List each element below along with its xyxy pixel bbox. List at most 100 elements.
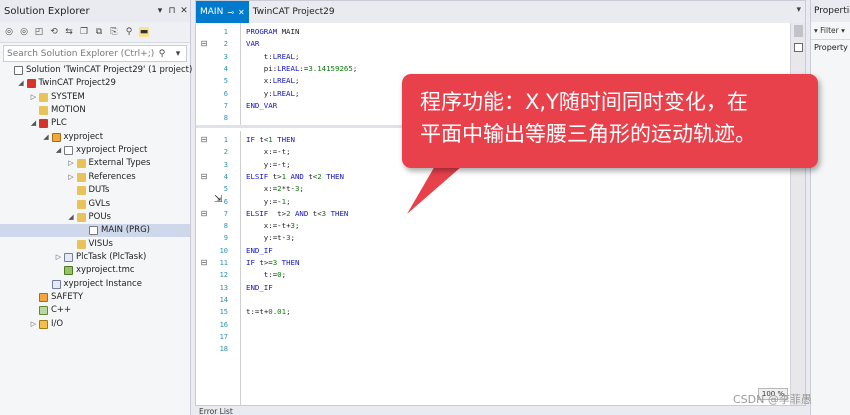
code-token: y: [246, 233, 269, 243]
expand-arrow-icon[interactable]: ▷: [54, 251, 63, 264]
tree-item-label: PlcTask (PlcTask): [76, 251, 147, 262]
callout-line-1: 程序功能：X,Y随时间同时变化，在: [420, 90, 748, 114]
tree-item[interactable]: ▷ I/O: [0, 318, 190, 331]
properties-filter[interactable]: ▾ Filter ▾: [811, 22, 850, 40]
tree-item[interactable]: ▷ External Types: [0, 157, 190, 170]
tree-item[interactable]: GVLs: [0, 198, 190, 211]
tree-item[interactable]: xyproject Instance: [0, 278, 190, 291]
code-token: :=-: [268, 221, 282, 231]
code-line[interactable]: x:LREAL;: [246, 75, 300, 87]
tree-item[interactable]: ▷ SYSTEM: [0, 91, 190, 104]
tree-item[interactable]: MAIN (PRG): [0, 224, 190, 238]
expand-arrow-icon[interactable]: ▷: [29, 318, 38, 331]
code-line[interactable]: t:LREAL;: [246, 51, 300, 63]
tab-main[interactable]: MAIN ⊸ ✕: [196, 1, 249, 23]
tree-item[interactable]: ◢ xyproject: [0, 131, 190, 144]
code-token: MAIN: [281, 27, 300, 36]
line-number: 12: [219, 271, 228, 280]
scrollbar-thumb[interactable]: [794, 25, 803, 37]
code-token: LREAL: [277, 63, 300, 73]
split-toggle-icon[interactable]: [794, 43, 803, 52]
code-line[interactable]: IF t<1 THEN: [246, 134, 295, 146]
error-list-tab[interactable]: Error List: [195, 405, 806, 415]
code-line[interactable]: IF t>=3 THEN: [246, 257, 299, 269]
tree-item[interactable]: ▷ PlcTask (PlcTask): [0, 251, 190, 264]
code-token: PROGRAM: [246, 27, 282, 36]
tree-node-icon: [76, 159, 86, 169]
expand-arrow-icon[interactable]: ▷: [67, 171, 76, 184]
code-line[interactable]: VAR: [246, 38, 259, 50]
collapse-all-icon[interactable]: ❐: [79, 27, 89, 37]
code-line[interactable]: END_IF: [246, 282, 273, 294]
code-line[interactable]: x:=2*t-3;: [246, 183, 304, 195]
code-line[interactable]: y:=-1;: [246, 196, 291, 208]
code-line[interactable]: y:LREAL;: [246, 88, 300, 100]
tree-item[interactable]: Solution 'TwinCAT Project29' (1 project): [0, 64, 192, 77]
tree-item[interactable]: ◢ xyproject Project: [0, 144, 190, 157]
close-tab-icon[interactable]: ✕: [238, 8, 245, 17]
tree-node-icon: [64, 252, 73, 262]
tree-node-icon: [39, 292, 48, 302]
implementation-editor[interactable]: ⊟ 1 IF t<1 THEN 2 x:=-t; 3 y:=-t; ⊟ 4 ELSIF t>1…: [196, 131, 792, 415]
expand-arrow-icon[interactable]: ◢: [54, 144, 63, 157]
expand-arrow-icon[interactable]: ◢: [42, 131, 51, 144]
tree-item[interactable]: DUTs: [0, 184, 190, 197]
code-line[interactable]: END_IF: [246, 245, 273, 257]
tab-list-dropdown-icon[interactable]: ▾: [796, 5, 801, 15]
line-number: 1: [223, 136, 228, 144]
search-icon[interactable]: ⚲: [154, 49, 170, 59]
line-number: 14: [219, 295, 228, 304]
tree-item-label: MAIN (PRG): [101, 225, 150, 236]
code-line[interactable]: ELSIF t>2 AND t<3 THEN: [246, 208, 348, 220]
sync-icon[interactable]: ⇆: [64, 27, 74, 37]
line-number: 1: [223, 28, 228, 36]
forward-icon[interactable]: ◎: [19, 27, 29, 37]
show-all-files-icon[interactable]: ⧉: [94, 27, 104, 37]
expand-arrow-icon[interactable]: ▷: [29, 91, 38, 104]
preview-icon[interactable]: ▬: [139, 27, 149, 37]
code-token: pi: [246, 63, 273, 73]
tab-twincat-project[interactable]: TwinCAT Project29: [248, 1, 339, 23]
close-icon[interactable]: ✕: [178, 6, 190, 16]
code-line[interactable]: END_VAR: [246, 100, 277, 112]
code-line[interactable]: y:=-t;: [246, 159, 291, 171]
code-line[interactable]: t:=0;: [246, 269, 286, 281]
line-number: 2: [223, 148, 228, 157]
code-line[interactable]: PROGRAM MAIN: [246, 26, 299, 38]
tab-main-label: MAIN: [200, 7, 224, 17]
tree-item[interactable]: MOTION: [0, 104, 190, 117]
code-line[interactable]: pi:LREAL:=3.14159265;: [246, 63, 357, 75]
search-options-dropdown-icon[interactable]: ▾: [170, 49, 186, 59]
expand-arrow-icon[interactable]: ◢: [67, 211, 76, 224]
tree-item[interactable]: ◢ PLC: [0, 117, 190, 130]
tree-item[interactable]: C++: [0, 304, 190, 317]
code-token: LREAL: [272, 88, 295, 98]
expand-arrow-icon[interactable]: ◢: [29, 117, 38, 130]
properties-wrench-icon[interactable]: ⚲: [124, 27, 134, 37]
tree-item[interactable]: ◢ POUs: [0, 211, 190, 224]
home-icon[interactable]: ◰: [34, 27, 44, 37]
search-input[interactable]: [7, 48, 154, 59]
tree-item[interactable]: ▷ References: [0, 171, 190, 184]
tree-item[interactable]: xyproject.tmc: [0, 264, 190, 277]
refresh-icon[interactable]: ⎘: [109, 27, 119, 37]
code-token: t: [246, 270, 269, 280]
tree-item[interactable]: SAFETY: [0, 291, 190, 304]
tree-node-icon: [51, 132, 61, 142]
code-line[interactable]: x:=-t;: [246, 146, 291, 158]
expand-arrow-icon[interactable]: ▷: [67, 157, 76, 170]
pin-tab-icon[interactable]: ⊸: [227, 8, 234, 17]
code-line[interactable]: ELSIF t>1 AND t<2 THEN: [246, 171, 344, 183]
code-line[interactable]: y:=t-3;: [246, 232, 295, 244]
pending-changes-icon[interactable]: ⟲: [49, 27, 59, 37]
expand-arrow-icon[interactable]: ◢: [17, 77, 26, 90]
code-line[interactable]: t:=t+0.01;: [246, 306, 291, 318]
pin-icon[interactable]: ⊓: [166, 6, 178, 16]
tree-item[interactable]: VISUs: [0, 238, 190, 251]
window-position-icon[interactable]: ▾: [154, 6, 166, 16]
code-editor-panel: MAIN ⊸ ✕ TwinCAT Project29 ▾ 1 PROGRAM MA…: [195, 0, 806, 415]
back-icon[interactable]: ◎: [4, 27, 14, 37]
code-line[interactable]: x:=-t+3;: [246, 220, 300, 232]
code-token: ;: [290, 233, 295, 243]
tree-item[interactable]: ◢ TwinCAT Project29: [0, 77, 190, 90]
